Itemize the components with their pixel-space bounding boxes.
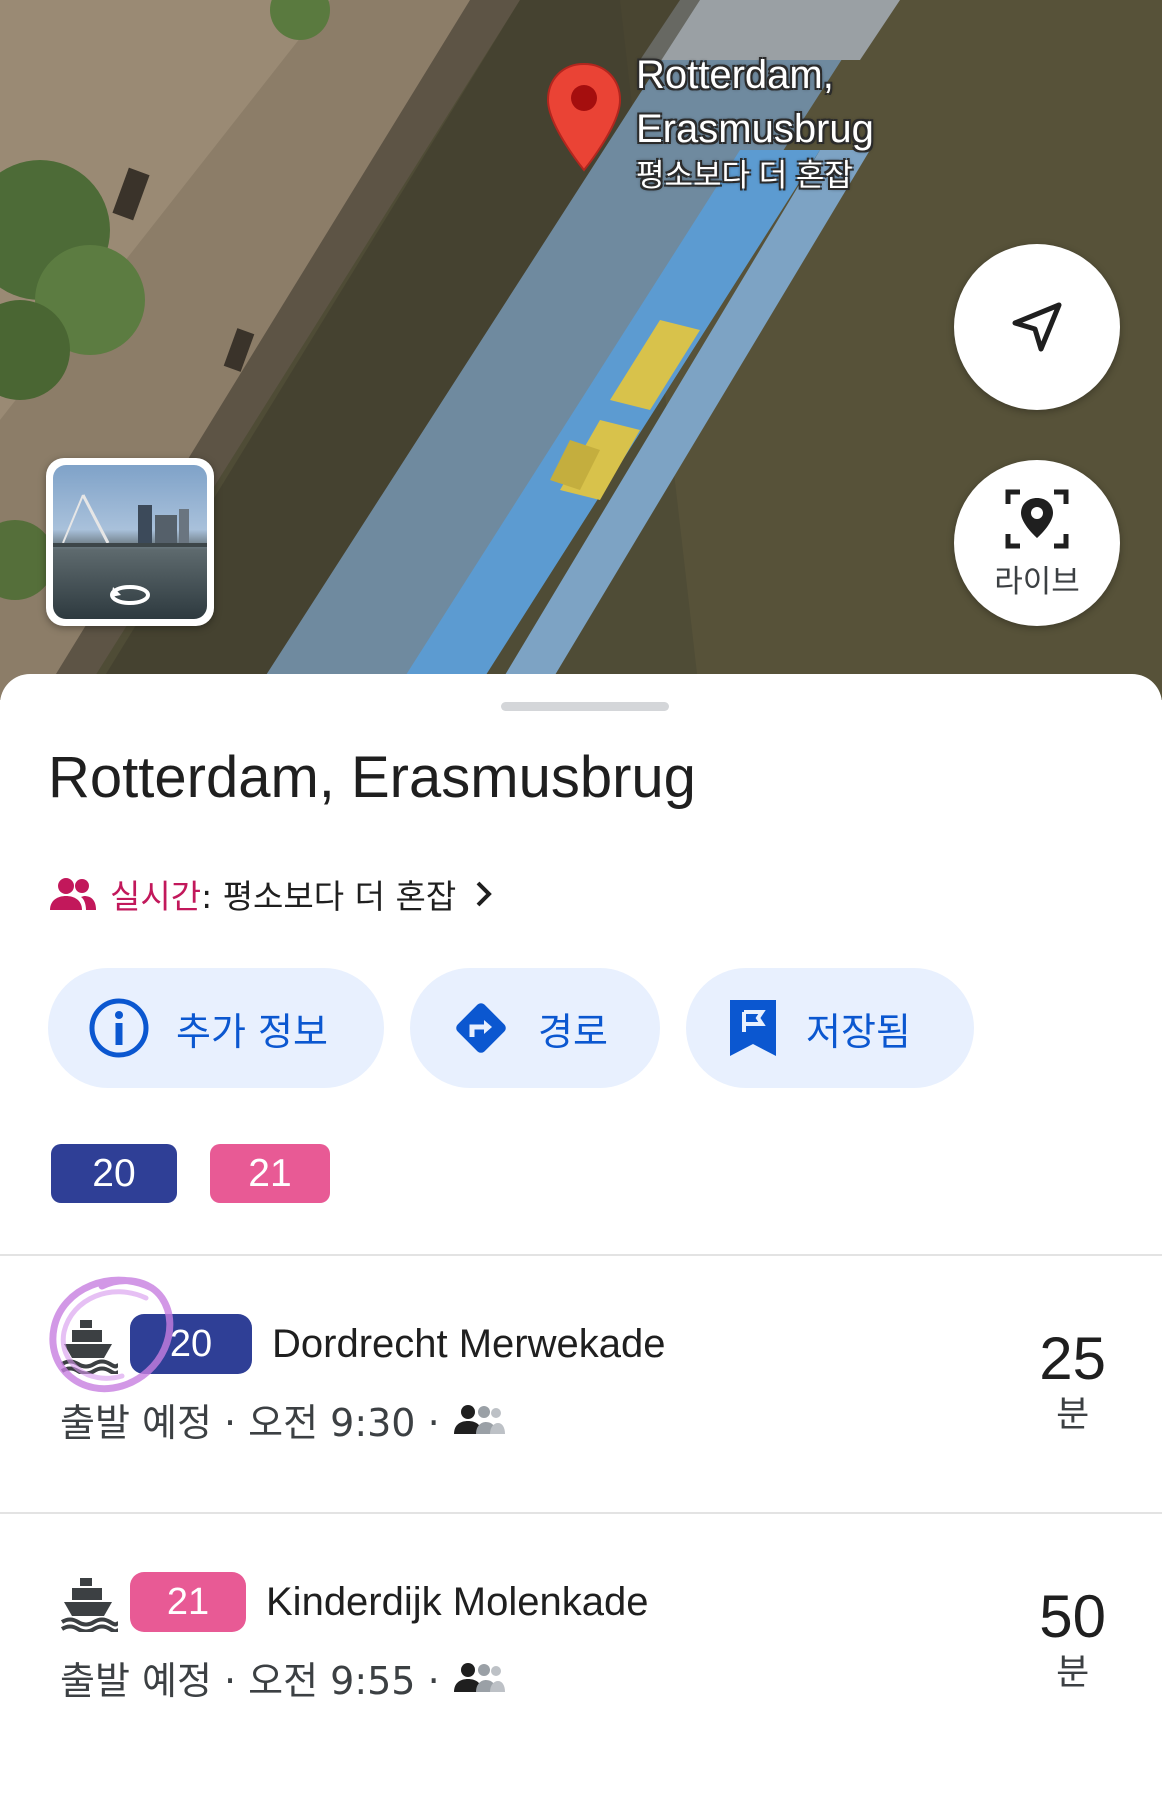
divider [0, 1512, 1162, 1514]
crowd-level-icon [453, 1404, 505, 1434]
satellite-map[interactable]: Rotterdam, Erasmusbrug 평소보다 더 혼잡 라이브 [0, 0, 1162, 700]
map-label-line2: Erasmusbrug [636, 107, 874, 151]
departure-destination: Kinderdijk Molenkade [266, 1579, 649, 1624]
route-badge-21[interactable]: 21 [210, 1144, 330, 1203]
street-view-thumbnail[interactable] [46, 458, 214, 626]
people-icon [50, 878, 96, 910]
red-map-pin-icon[interactable] [544, 60, 624, 175]
crowd-level-icon [453, 1662, 505, 1692]
map-label-line1: Rotterdam, [636, 53, 834, 97]
departure-status: 출발 예정 · 오전 9:55 · [60, 1659, 440, 1703]
directions-button[interactable]: 경로 [410, 968, 660, 1088]
map-place-label[interactable]: Rotterdam, Erasmusbrug 평소보다 더 혼잡 [636, 48, 874, 196]
departure-eta: 25 분 [1039, 1326, 1106, 1438]
route-badge-20[interactable]: 20 [51, 1144, 177, 1203]
eta-unit: 분 [1056, 1394, 1090, 1435]
live-view-pin-icon [1005, 489, 1069, 548]
ferry-icon [60, 1578, 118, 1632]
eta-value: 25 [1039, 1325, 1106, 1392]
eta-unit: 분 [1056, 1652, 1090, 1693]
live-prefix: 실시간 [110, 877, 202, 916]
divider [0, 1254, 1162, 1256]
departure-destination: Dordrecht Merwekade [272, 1321, 666, 1366]
navigation-arrow-icon [1012, 302, 1062, 352]
place-bottom-sheet[interactable]: Rotterdam, Erasmusbrug 실시간 : 평소보다 더 혼잡 추… [0, 674, 1162, 1749]
saved-button[interactable]: 저장됨 [686, 968, 974, 1088]
place-title: Rotterdam, Erasmusbrug [48, 745, 696, 810]
departure-row[interactable]: 21 Kinderdijk Molenkade 출발 예정 · 오전 9:55 … [0, 1572, 1162, 1802]
more-info-label: 추가 정보 [176, 1009, 328, 1054]
street-view-image [53, 465, 207, 619]
more-info-button[interactable]: 추가 정보 [48, 968, 384, 1088]
departure-route-badge: 21 [130, 1572, 246, 1632]
departure-route-badge: 20 [130, 1314, 252, 1374]
departure-row[interactable]: 20 Dordrecht Merwekade 출발 예정 · 오전 9:30 ·… [0, 1314, 1162, 1544]
saved-flag-icon [730, 1000, 776, 1056]
chevron-right-icon [476, 881, 493, 907]
map-busyness-label: 평소보다 더 혼잡 [636, 158, 853, 193]
live-busyness-row[interactable]: 실시간 : 평소보다 더 혼잡 [48, 870, 494, 918]
saved-label: 저장됨 [806, 1009, 911, 1054]
drag-handle[interactable] [501, 702, 669, 711]
action-buttons: 추가 정보 경로 저장됨 [48, 968, 1000, 1088]
departure-eta: 50 분 [1039, 1584, 1106, 1696]
navigate-button[interactable] [954, 244, 1120, 410]
info-icon [89, 998, 149, 1058]
rotate-360-icon [110, 585, 150, 605]
departure-status: 출발 예정 · 오전 9:30 · [60, 1401, 440, 1445]
route-badges: 20 21 [51, 1144, 330, 1203]
live-view-button[interactable]: 라이브 [954, 460, 1120, 626]
directions-icon [456, 1003, 506, 1053]
eta-value: 50 [1039, 1583, 1106, 1650]
live-button-label: 라이브 [994, 563, 1080, 600]
directions-label: 경로 [538, 1009, 608, 1054]
ferry-icon [60, 1320, 118, 1374]
live-status-text: : 평소보다 더 혼잡 [201, 877, 457, 916]
